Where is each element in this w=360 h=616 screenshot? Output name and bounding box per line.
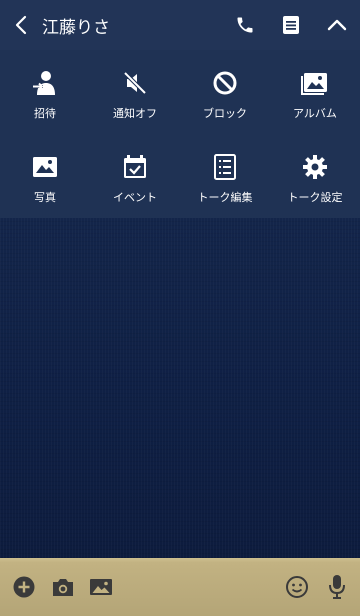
menu-photos[interactable]: 写真 — [0, 134, 90, 218]
menu-album[interactable]: アルバム — [270, 50, 360, 134]
chat-header: 江藤りさ — [0, 0, 360, 50]
call-button[interactable] — [222, 0, 268, 50]
chat-message-area[interactable] — [0, 218, 360, 558]
phone-icon — [237, 17, 253, 33]
chevron-left-icon — [15, 15, 27, 35]
notes-button[interactable] — [268, 0, 314, 50]
camera-icon — [53, 579, 73, 596]
back-button[interactable] — [0, 0, 42, 50]
note-icon — [283, 16, 299, 34]
gear-icon — [303, 155, 327, 179]
menu-edit-chat-label: トーク編集 — [197, 191, 253, 204]
menu-block[interactable]: ブロック — [180, 50, 270, 134]
menu-events-label: イベント — [113, 191, 157, 204]
chevron-up-icon — [327, 19, 347, 31]
message-input[interactable] — [124, 572, 274, 602]
menu-block-label: ブロック — [203, 107, 247, 120]
invite-person-icon — [33, 71, 55, 95]
image-button[interactable] — [86, 572, 116, 602]
menu-notifications-off[interactable]: 通知オフ — [90, 50, 180, 134]
album-icon — [301, 73, 327, 95]
menu-notifications-off-label: 通知オフ — [113, 107, 157, 120]
collapse-menu-button[interactable] — [314, 0, 360, 50]
menu-album-label: アルバム — [293, 107, 337, 120]
message-input-bar — [0, 558, 360, 616]
menu-photos-label: 写真 — [34, 191, 56, 204]
menu-invite-label: 招待 — [34, 107, 56, 120]
calendar-check-icon — [124, 155, 146, 178]
menu-edit-chat[interactable]: トーク編集 — [180, 134, 270, 218]
speaker-muted-icon — [123, 71, 147, 95]
plus-circle-icon — [13, 576, 35, 598]
more-options-button[interactable] — [9, 572, 39, 602]
list-edit-icon — [214, 154, 236, 180]
chat-title: 江藤りさ — [42, 17, 110, 38]
image-icon — [90, 579, 112, 595]
block-icon — [213, 71, 237, 95]
chat-menu-panel: 招待 通知オフ ブロック アルバム 写真 イベント トーク編集 トーク設定 — [0, 50, 360, 218]
camera-button[interactable] — [48, 572, 78, 602]
voice-button[interactable] — [322, 572, 352, 602]
smiley-icon — [286, 576, 308, 598]
sticker-button[interactable] — [282, 572, 312, 602]
menu-invite[interactable]: 招待 — [0, 50, 90, 134]
menu-chat-settings-label: トーク設定 — [287, 191, 343, 204]
menu-events[interactable]: イベント — [90, 134, 180, 218]
photo-icon — [33, 157, 57, 177]
menu-chat-settings[interactable]: トーク設定 — [270, 134, 360, 218]
microphone-icon — [329, 575, 345, 599]
